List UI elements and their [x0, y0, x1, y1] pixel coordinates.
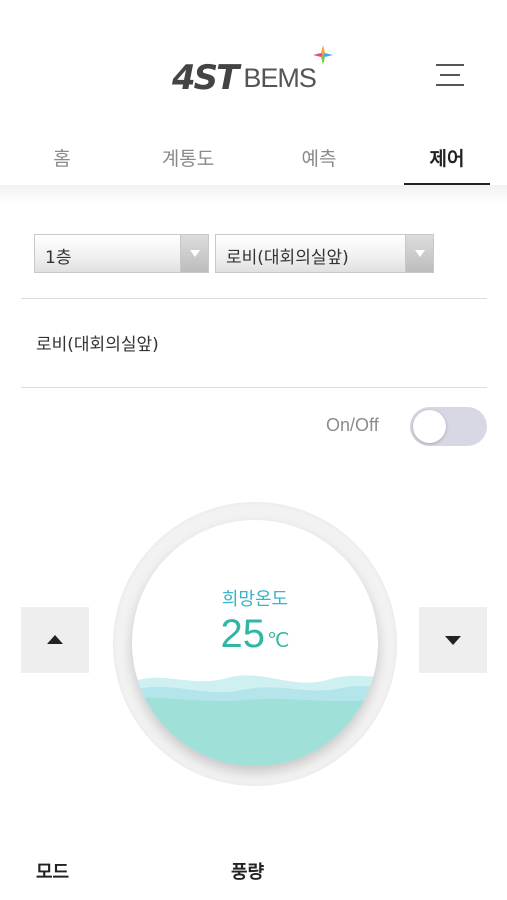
app-header: 4ST BEMS: [0, 0, 507, 130]
hamburger-menu-icon[interactable]: [436, 62, 466, 88]
chevron-down-icon: [180, 235, 208, 272]
target-temp-value: 25: [220, 612, 266, 656]
mode-section-label: 모드: [36, 862, 70, 883]
main-tabs: 홈 계통도 예측 제어: [0, 130, 507, 186]
zone-select-value: 로비(대회의실앞): [226, 248, 349, 268]
app-logo: 4ST BEMS: [172, 45, 333, 98]
temp-up-button[interactable]: [21, 607, 89, 673]
toggle-knob: [413, 410, 446, 443]
target-temp-label: 희망온도: [221, 589, 289, 610]
power-toggle[interactable]: [410, 407, 487, 446]
zone-select[interactable]: 로비(대회의실앞): [215, 234, 434, 273]
logo-text: BEMS: [243, 63, 317, 93]
tab-control[interactable]: 제어: [425, 144, 469, 171]
temp-down-button[interactable]: [419, 607, 487, 673]
temp-unit: ℃: [267, 630, 290, 652]
floor-select-value: 1층: [45, 248, 72, 268]
triangle-down-icon: [445, 636, 461, 645]
location-title: 로비(대회의실앞): [36, 335, 159, 355]
tab-divider: [0, 185, 507, 205]
triangle-up-icon: [47, 635, 63, 644]
floor-select[interactable]: 1층: [34, 234, 209, 273]
divider: [21, 387, 487, 388]
tab-forecast[interactable]: 예측: [297, 144, 341, 171]
fan-speed-section-label: 풍량: [231, 862, 265, 883]
tab-system-diagram[interactable]: 계통도: [155, 144, 221, 171]
divider: [21, 298, 487, 299]
chevron-down-icon: [405, 235, 433, 272]
power-toggle-label: On/Off: [326, 415, 379, 435]
logo-star-icon: [313, 45, 333, 65]
thermostat-dial: 희망온도 25 ℃: [132, 520, 378, 766]
logo-mark: 4ST: [172, 58, 239, 98]
target-temp-readout: 25 ℃: [132, 612, 378, 657]
tab-home[interactable]: 홈: [48, 144, 76, 171]
